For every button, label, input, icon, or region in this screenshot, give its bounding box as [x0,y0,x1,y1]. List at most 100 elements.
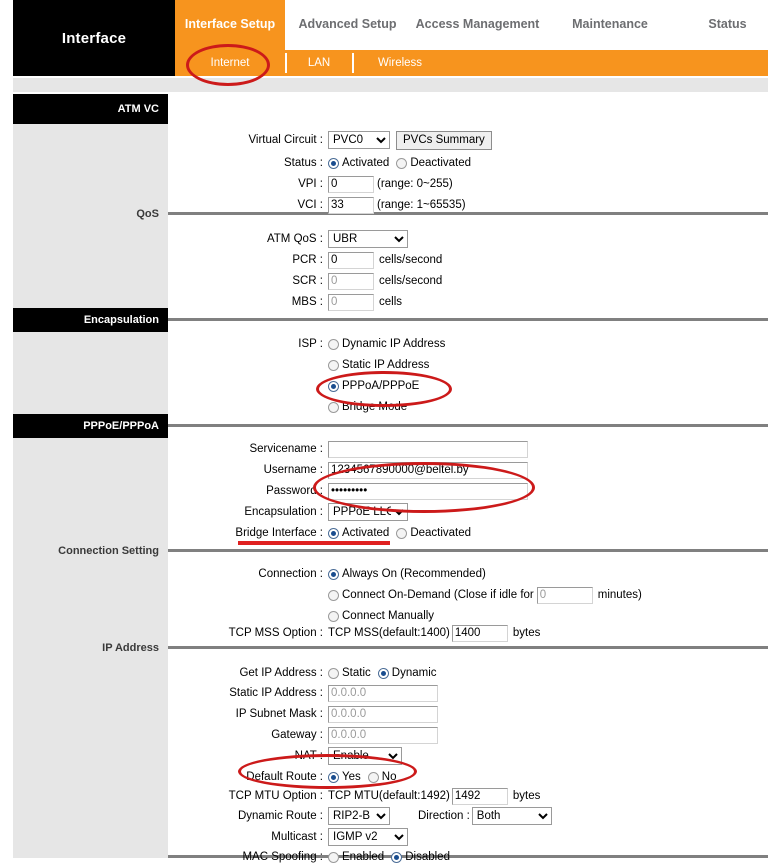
scr-input[interactable] [328,272,374,290]
row-isp-static: Static IP Address [168,355,436,375]
direction-select[interactable]: Both [471,807,552,825]
pcr-input[interactable] [328,251,374,269]
mac-spoofing-enabled-radio[interactable]: Enabled [328,851,384,863]
row-mbs: MBS : cells [168,292,402,312]
scr-unit: cells/second [379,275,443,287]
vpi-input[interactable] [328,175,374,193]
section-header-pppoe-pppoa: PPPoE/PPPoA [13,414,168,438]
ip-subnet-mask-input[interactable] [328,705,438,723]
default-route-yes-label: Yes [342,771,361,783]
atm-qos-select[interactable]: UBR [328,230,408,248]
connection-on-demand-radio[interactable]: Connect On-Demand (Close if idle for [328,589,534,601]
pppoe-encapsulation-label: Encapsulation : [244,506,323,518]
header-strip [13,78,768,92]
isp-dynamic-ip-label: Dynamic IP Address [342,338,446,350]
radio-icon [367,771,379,783]
row-username: Username : [168,460,528,480]
servicename-input[interactable] [328,440,528,458]
vci-label: VCI : [297,199,323,211]
tcp-mtu-unit: bytes [512,790,541,802]
get-ip-address-label: Get IP Address : [239,667,323,679]
bridge-deactivated-radio[interactable]: Deactivated [396,527,471,539]
virtual-circuit-label: Virtual Circuit : [248,134,323,146]
tcp-mss-input[interactable] [451,624,508,642]
vci-input[interactable] [328,196,374,214]
get-ip-static-label: Static [342,667,371,679]
dynamic-route-select[interactable]: RIP2-B [328,807,390,825]
isp-bridge-mode-radio[interactable]: Bridge Mode [328,401,407,413]
section-header-atm-vc: ATM VC [13,94,168,124]
connection-on-demand-label: Connect On-Demand (Close if idle for [342,589,534,601]
connection-always-on-radio[interactable]: Always On (Recommended) [328,568,486,580]
tcp-mss-label: TCP MSS Option : [228,627,323,639]
row-static-ip-address: Static IP Address : [168,683,438,703]
multicast-select[interactable]: IGMP v2 [328,828,408,846]
row-isp-bridge: Bridge Mode [168,397,414,417]
row-get-ip-address: Get IP Address : Static Dynamic [168,663,444,683]
atm-qos-label: ATM QoS : [266,233,323,245]
row-multicast: Multicast : IGMP v2 [168,827,408,847]
subtab-internet[interactable]: Internet [175,50,285,76]
connection-always-on-label: Always On (Recommended) [342,568,486,580]
row-isp-pppoa: PPPoA/PPPoE [168,376,426,396]
static-ip-address-input[interactable] [328,684,438,702]
section-divider-ip [168,646,768,649]
row-atm-qos: ATM QoS : UBR [168,229,408,249]
tab-maintenance[interactable]: Maintenance [545,0,675,50]
idle-timeout-input[interactable] [536,586,593,604]
mac-spoofing-disabled-radio[interactable]: Disabled [391,851,450,863]
radio-icon [396,157,408,169]
subtab-divider [285,53,287,73]
row-default-route: Default Route : Yes No [168,767,403,787]
bridge-activated-radio[interactable]: Activated [328,527,389,539]
row-ip-subnet-mask: IP Subnet Mask : [168,704,438,724]
main-tab-bar: Interface Setup Advanced Setup Access Ma… [175,0,780,50]
vci-range-hint: (range: 1~65535) [377,199,466,211]
connect-manually-radio[interactable]: Connect Manually [328,610,434,622]
tab-interface-setup[interactable]: Interface Setup [175,0,285,50]
default-route-no-radio[interactable]: No [367,771,397,783]
pppoe-encapsulation-select[interactable]: PPPoE LLC [328,503,408,521]
status-deactivated-radio[interactable]: Deactivated [396,157,471,169]
get-ip-static-radio[interactable]: Static [328,667,371,679]
radio-icon [328,527,339,539]
virtual-circuit-select[interactable]: PVC0 [328,131,390,149]
pcr-unit: cells/second [379,254,443,266]
row-dynamic-route: Dynamic Route : RIP2-B Direction : Both [168,806,552,826]
mbs-input[interactable] [328,293,374,311]
tcp-mtu-input[interactable] [451,787,508,805]
subtab-divider [352,53,354,73]
isp-label: ISP : [298,338,323,350]
section-header-connection-setting: Connection Setting [58,545,159,557]
row-servicename: Servicename : [168,439,528,459]
isp-pppoa-pppoe-radio[interactable]: PPPoA/PPPoE [328,380,419,392]
tab-advanced-setup[interactable]: Advanced Setup [285,0,410,50]
default-route-no-label: No [381,771,397,783]
pvcs-summary-button[interactable]: PVCs Summary [396,130,492,150]
radio-icon [328,610,339,622]
static-ip-address-label: Static IP Address : [229,687,323,699]
username-input[interactable] [328,461,528,479]
subtab-lan[interactable]: LAN [288,50,350,76]
gateway-input[interactable] [328,726,438,744]
password-input[interactable] [328,482,528,500]
get-ip-dynamic-radio[interactable]: Dynamic [377,667,437,679]
subtab-wireless[interactable]: Wireless [355,50,445,76]
tab-access-management[interactable]: Access Management [410,0,545,50]
idle-timeout-unit: minutes) [597,589,642,601]
status-activated-radio[interactable]: Activated [328,157,389,169]
vpi-label: VPI : [298,178,323,190]
tab-status[interactable]: Status [675,0,780,50]
default-route-yes-radio[interactable]: Yes [328,771,361,783]
isp-static-ip-label: Static IP Address [342,359,430,371]
bridge-deactivated-label: Deactivated [410,527,472,539]
isp-dynamic-ip-radio[interactable]: Dynamic IP Address [328,338,445,350]
ip-subnet-mask-label: IP Subnet Mask : [235,708,323,720]
radio-icon [391,851,403,863]
isp-static-ip-radio[interactable]: Static IP Address [328,359,429,371]
section-header-encapsulation: Encapsulation [13,308,168,332]
mbs-label: MBS : [291,296,323,308]
bridge-activated-label: Activated [342,527,390,539]
nat-select[interactable]: Enable [328,747,402,765]
row-vci: VCI : (range: 1~65535) [168,195,466,215]
